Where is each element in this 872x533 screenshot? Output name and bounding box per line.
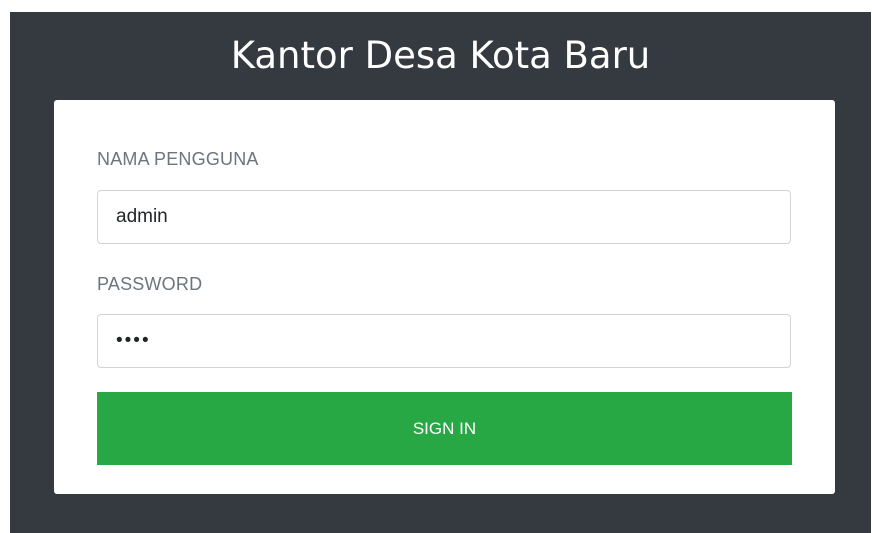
page-title: Kantor Desa Kota Baru xyxy=(230,34,651,77)
login-form-card: NAMA PENGGUNA PASSWORD SIGN IN xyxy=(54,100,835,494)
login-panel: Kantor Desa Kota Baru NAMA PENGGUNA PASS… xyxy=(10,12,871,533)
password-label: PASSWORD xyxy=(97,274,203,294)
sign-in-button[interactable]: SIGN IN xyxy=(97,392,792,465)
username-field[interactable] xyxy=(97,190,791,244)
username-label: NAMA PENGGUNA xyxy=(97,149,259,169)
password-field[interactable] xyxy=(97,314,791,368)
